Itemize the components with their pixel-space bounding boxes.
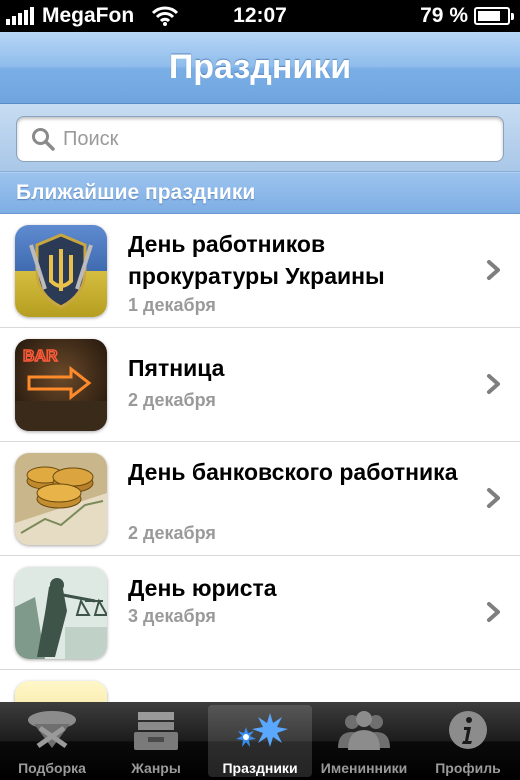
tab-selection[interactable]: Подборка [0,702,104,780]
holiday-date: 3 декабря [128,606,216,626]
holiday-thumbnail-partial [15,681,107,702]
search-box[interactable] [16,116,504,162]
holiday-title: День юриста [128,575,277,601]
search-icon [32,128,55,151]
holiday-date: 1 декабря [128,295,216,315]
list-item[interactable]: День банковского работника 2 декабря [0,442,520,556]
tab-label: Именинники [320,760,408,776]
tab-holidays[interactable]: Праздники [208,705,312,777]
fireworks-icon [236,713,288,747]
search-bar [0,104,520,172]
selection-icon [28,711,76,749]
tab-profile[interactable]: Профиль [416,702,520,780]
chevron-right-icon [487,488,500,508]
list-item[interactable]: День работников прокуратуры Украины 1 де… [0,214,520,328]
battery-icon [474,7,514,25]
status-right: 79 % [420,4,514,28]
chevron-right-icon [487,602,500,622]
tab-label: Праздники [222,760,298,776]
tab-bar: Подборка Жанры Праздники Именинники Проф… [0,702,520,780]
tab-label: Жанры [131,760,181,776]
status-bar: MegaFon 12:07 79 % [0,0,520,32]
tab-label: Профиль [435,760,501,776]
coins-icon [15,453,107,545]
list-item-partial[interactable] [0,670,520,702]
navigation-bar: Праздники [0,32,520,104]
bar-neon-sign-icon: BAR [15,339,107,431]
holiday-title: День банковского работника [128,459,458,485]
holiday-list: День работников прокуратуры Украины 1 де… [0,214,520,702]
page-title: Праздники [168,48,352,86]
chevron-right-icon [487,260,500,280]
section-header: Ближайшие праздники [0,172,520,214]
people-icon [338,711,390,750]
info-icon [449,711,487,749]
holiday-title: День работников прокуратуры Украины [128,231,385,289]
genres-box-icon [134,712,178,750]
list-item[interactable]: BAR Пятница 2 декабря [0,328,520,442]
holiday-date: 2 декабря [128,523,216,543]
chevron-right-icon [487,374,500,394]
lady-justice-icon [15,567,107,659]
tab-genres[interactable]: Жанры [104,702,208,780]
tab-namedays[interactable]: Именинники [312,702,416,780]
battery-percent: 79 % [420,4,468,27]
holiday-date: 2 декабря [128,390,216,410]
tab-label: Подборка [18,760,86,776]
svg-text:BAR: BAR [23,348,58,365]
ukraine-prosecutor-emblem-icon [15,225,107,317]
holiday-title: Пятница [128,355,225,381]
list-item[interactable]: День юриста 3 декабря [0,556,520,670]
battery-fill [478,11,501,21]
search-input[interactable] [63,127,483,151]
